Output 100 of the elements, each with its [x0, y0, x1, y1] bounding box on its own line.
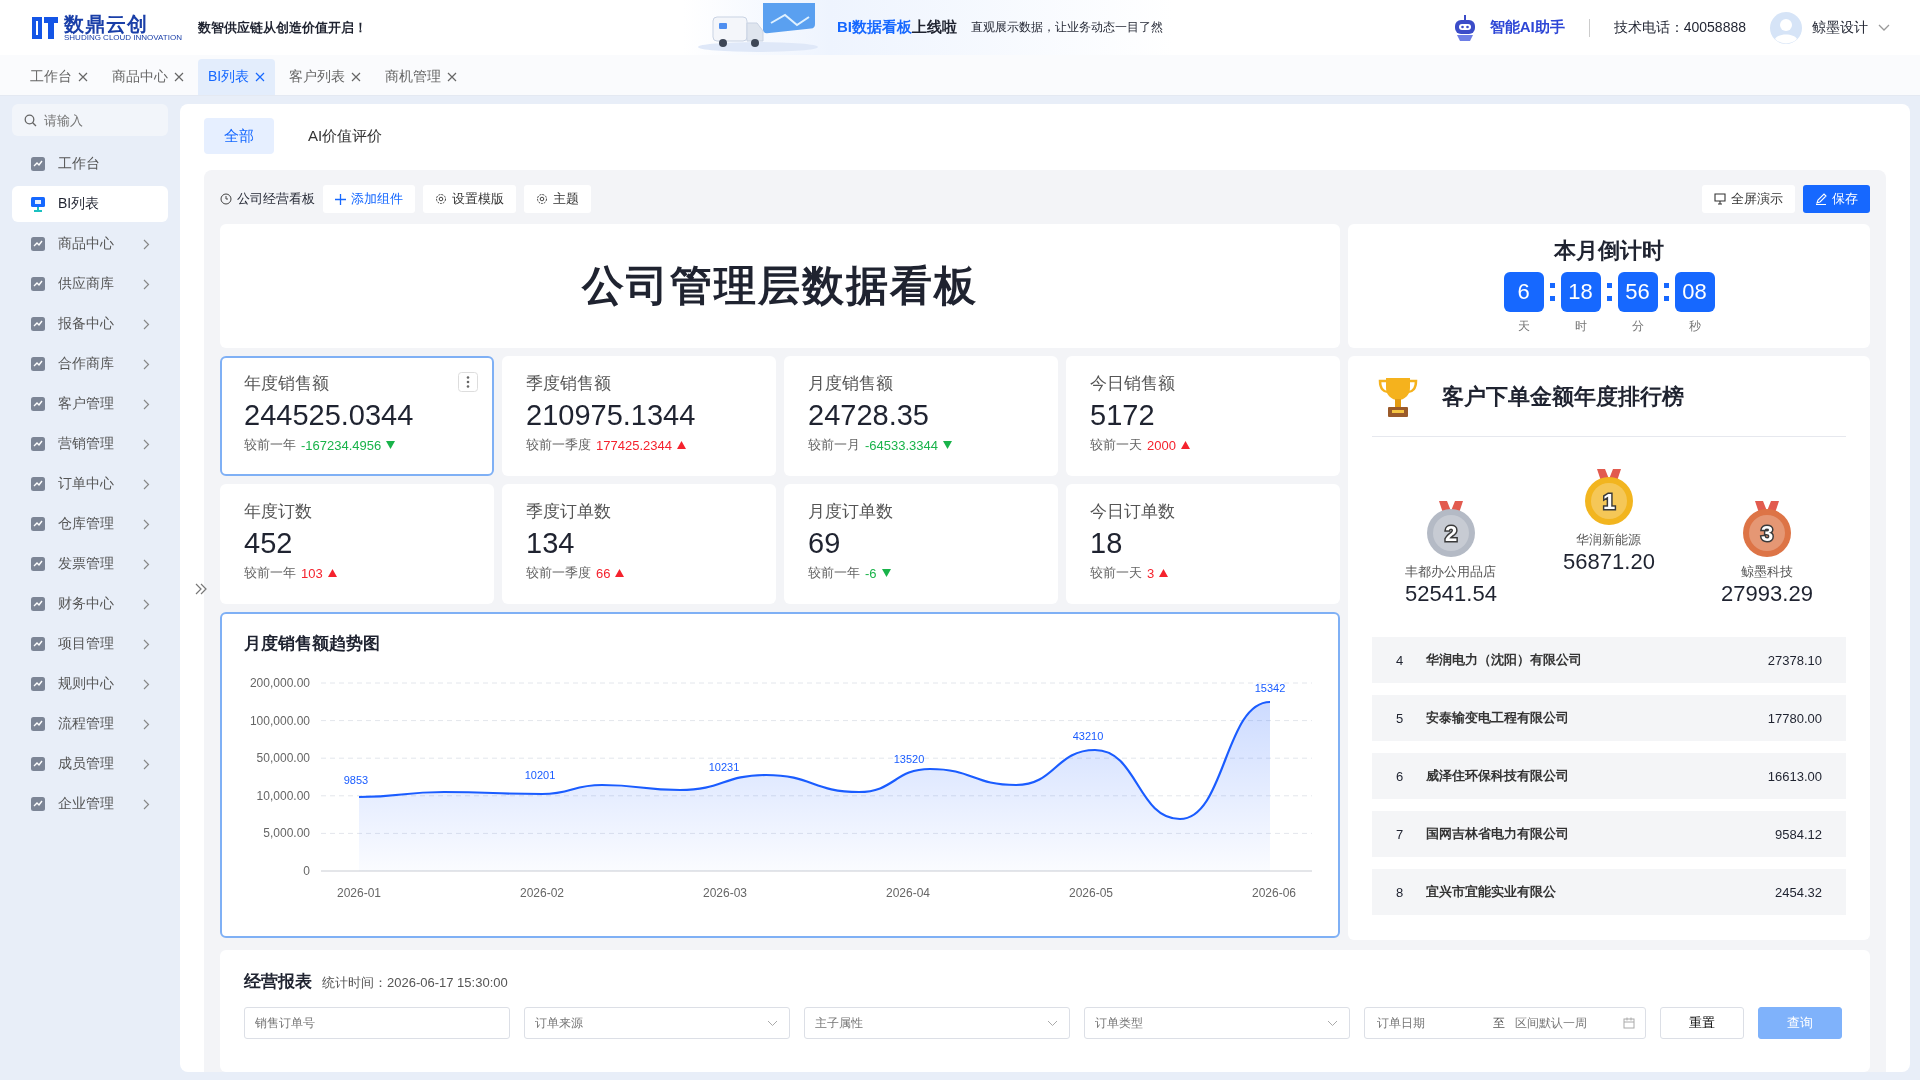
stat-card[interactable]: 今日订单数 18 较前一天 3 [1066, 484, 1340, 604]
stat-card[interactable]: 月度订单数 69 较前一年 -6 [784, 484, 1058, 604]
sidebar-item[interactable]: 仓库管理 [12, 506, 168, 542]
customer-amount: 27993.29 [1721, 581, 1813, 607]
sidebar-item[interactable]: 订单中心 [12, 466, 168, 502]
fullscreen-button[interactable]: 全屏演示 [1702, 185, 1795, 213]
delta-value: -6 [865, 565, 877, 581]
countdown-unit: 秒 [1688, 318, 1701, 335]
stat-card[interactable]: 季度订单数 134 较前一季度 66 [502, 484, 776, 604]
gear-icon [435, 193, 447, 205]
point-label: 15342 [1254, 682, 1286, 694]
order-number-field[interactable]: 销售订单号 [244, 1007, 510, 1039]
select-field[interactable]: 订单来源 [524, 1007, 790, 1039]
sidebar-item[interactable]: 营销管理 [12, 426, 168, 462]
stat-card[interactable]: 今日销售额 5172 较前一天 2000 [1066, 356, 1340, 476]
sidebar-item[interactable]: BI列表 [12, 186, 168, 222]
reset-button[interactable]: 重置 [1660, 1007, 1744, 1039]
down-arrow-icon [881, 569, 891, 577]
user-name[interactable]: 鲸墨设计 [1812, 18, 1868, 37]
end-date-input[interactable]: 区间默认一周 [1513, 1015, 1623, 1031]
chevron-icon [143, 558, 150, 570]
view-tab[interactable]: 全部 [204, 118, 274, 154]
close-icon[interactable] [78, 72, 88, 82]
start-date-input[interactable]: 订单日期 [1375, 1015, 1485, 1031]
sidebar-item[interactable]: 企业管理 [12, 786, 168, 822]
chevron-icon [143, 318, 150, 330]
plus-icon [335, 193, 346, 205]
date-range-field[interactable]: 订单日期 至 区间默认一周 [1364, 1007, 1646, 1039]
tab-label[interactable]: BI列表 [208, 68, 250, 86]
caret-icon [1047, 1020, 1058, 1027]
sidebar-item[interactable]: 报备中心 [12, 306, 168, 342]
stat-label: 月度订单数 [808, 501, 893, 523]
close-icon[interactable] [351, 72, 362, 82]
sidebar-item[interactable]: 合作商库 [12, 346, 168, 382]
add-widget-button[interactable]: 添加组件 [323, 185, 415, 213]
stat-card[interactable]: 季度销售额 210975.1344 较前一季度 177425.2344 [502, 356, 776, 476]
view-tab[interactable]: AI价值评价 [288, 118, 403, 154]
stat-card[interactable]: 月度销售额 24728.35 较前一月 -64533.3344 [784, 356, 1058, 476]
compare-label: 较前一季度 [526, 564, 591, 582]
compare-label: 较前一年 [244, 564, 296, 582]
page-tab[interactable]: 工作台 [20, 59, 98, 95]
point-label: 43210 [1072, 730, 1104, 742]
close-icon[interactable] [447, 72, 458, 82]
delta-value: 103 [301, 565, 323, 581]
stat-label: 季度销售额 [526, 373, 611, 395]
toolbar-button[interactable]: 主题 [524, 185, 591, 213]
page-tab[interactable]: BI列表 [198, 59, 276, 95]
caret-icon[interactable] [1878, 23, 1890, 32]
countdown-value: 56 [1617, 272, 1658, 312]
toolbar-button[interactable]: 设置模版 [423, 185, 516, 213]
sidebar-item[interactable]: 工作台 [12, 146, 168, 182]
tab-label[interactable]: 商品中心 [112, 68, 168, 86]
chart-title: 月度销售额趋势图 [244, 633, 381, 655]
chevron-icon [143, 638, 150, 650]
y-axis-label: 100,000.00 [249, 713, 310, 728]
customer-name: 华润新能源 [1576, 531, 1642, 549]
stat-label: 季度订单数 [526, 501, 611, 523]
sidebar-item[interactable]: 规则中心 [12, 666, 168, 702]
sidebar-item[interactable]: 财务中心 [12, 586, 168, 622]
chevron-icon [143, 678, 150, 690]
brand-name: 数鼎云创 [64, 13, 149, 34]
sidebar-item[interactable]: 供应商库 [12, 266, 168, 302]
colon-icon [1606, 283, 1612, 301]
sidebar-item[interactable]: 项目管理 [12, 626, 168, 662]
page-tab[interactable]: 商机管理 [375, 59, 468, 95]
rank-number: 6 [1396, 768, 1405, 784]
more-icon[interactable] [458, 372, 478, 392]
customer-name: 丰都办公用品店 [1405, 563, 1497, 581]
ai-assistant-link[interactable]: 智能AI助手 [1489, 18, 1565, 37]
sidebar-item[interactable]: 客户管理 [12, 386, 168, 422]
close-icon[interactable] [255, 72, 266, 82]
tab-label[interactable]: 商机管理 [385, 68, 442, 86]
stat-card[interactable]: 年度销售额 244525.0344 较前一年 -167234.4956 [220, 356, 494, 476]
banner-subtitle: 直观展示数据，让业务动态一目了然 [970, 19, 1163, 36]
expand-icon[interactable] [194, 582, 208, 596]
select-field[interactable]: 主子属性 [804, 1007, 1070, 1039]
sidebar-item[interactable]: 流程管理 [12, 706, 168, 742]
search-field[interactable]: 请输入 [12, 104, 168, 136]
customer-amount: 2454.32 [1775, 884, 1822, 900]
page-tab[interactable]: 商品中心 [102, 59, 194, 95]
stat-value: 5172 [1090, 399, 1155, 432]
customer-amount: 9584.12 [1775, 826, 1822, 842]
customer-name: 宜兴市宜能实业有限公 [1426, 883, 1557, 901]
up-arrow-icon [327, 569, 337, 577]
stat-card[interactable]: 年度订数 452 较前一年 103 [220, 484, 494, 604]
tab-label[interactable]: 工作台 [30, 68, 72, 86]
sidebar-item[interactable]: 成员管理 [12, 746, 168, 782]
countdown-unit: 天 [1517, 318, 1530, 335]
sidebar-item[interactable]: 发票管理 [12, 546, 168, 582]
tab-label[interactable]: 客户列表 [289, 68, 346, 86]
chevron-icon [143, 278, 150, 290]
page-tab[interactable]: 客户列表 [279, 59, 372, 95]
monitor-icon [1714, 193, 1726, 205]
sidebar-item[interactable]: 商品中心 [12, 226, 168, 262]
close-icon[interactable] [174, 72, 184, 82]
delta-value: -64533.3344 [865, 437, 938, 453]
save-button[interactable]: 保存 [1803, 185, 1870, 213]
stat-value: 210975.1344 [526, 399, 696, 432]
select-field[interactable]: 订单类型 [1084, 1007, 1350, 1039]
ranking-title: 客户下单金额年度排行榜 [1442, 383, 1684, 411]
